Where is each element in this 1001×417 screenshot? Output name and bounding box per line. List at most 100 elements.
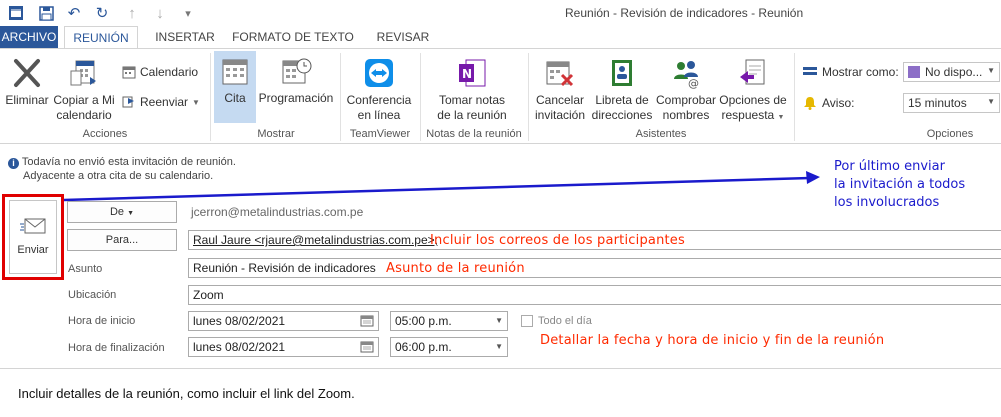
subject-field[interactable]: Reunión - Revisión de indicadores — [188, 258, 1001, 278]
to-button[interactable]: Para... — [67, 229, 177, 251]
window-title: Reunión - Revisión de indicadores - Reun… — [565, 6, 804, 20]
start-time-select[interactable]: 05:00 p.m. ▼ — [390, 311, 508, 331]
teamviewer-icon — [365, 59, 393, 87]
send-annotation-line-2: la invitación a todos — [834, 177, 966, 192]
tab-archivo[interactable]: ARCHIVO — [0, 26, 58, 48]
title-bar: ↶ ↻ ↑ ↓ ▾ Reunión - Revisión de indicado… — [0, 0, 1001, 26]
delete-x-icon — [14, 59, 40, 87]
busy-status-swatch — [908, 66, 920, 78]
show-as-icon — [803, 67, 817, 75]
start-date-value: lunes 08/02/2021 — [193, 314, 286, 328]
arrow-down-icon[interactable]: ↓ — [150, 3, 170, 23]
delete-label: Eliminar — [5, 93, 49, 107]
to-recipient: Raul Jaure <rjaure@metalindustrias.com.p… — [193, 233, 438, 247]
calendar-label: Calendario — [140, 65, 199, 79]
address-book-label-1: Libreta de — [595, 93, 649, 107]
delete-button[interactable]: Eliminar — [4, 57, 50, 108]
reminder-select[interactable]: 15 minutos ▼ — [903, 93, 1000, 113]
forward-icon — [122, 96, 134, 108]
response-options-icon — [740, 59, 765, 85]
location-field[interactable]: Zoom — [188, 285, 1001, 305]
send-label: Enviar — [17, 244, 49, 256]
show-as-value: No dispo... — [925, 65, 983, 79]
send-annotation-line-3: los involucrados — [834, 195, 940, 210]
save-icon[interactable] — [36, 3, 56, 23]
copy-calendar-icon — [70, 60, 96, 86]
all-day-checkbox[interactable] — [521, 315, 533, 327]
body-text: Incluir detalles de la reunión, como inc… — [18, 386, 355, 401]
check-names-label-2: nombres — [662, 108, 710, 122]
cancel-invitation-button[interactable]: Cancelar invitación — [532, 57, 588, 123]
reminder-text: Aviso: — [822, 96, 855, 110]
chevron-down-icon: ▼ — [777, 114, 785, 121]
forward-button[interactable]: Reenviar ▼ — [122, 95, 200, 109]
group-divider — [794, 53, 795, 141]
chevron-down-icon: ▼ — [127, 210, 135, 217]
chevron-down-icon: ▼ — [495, 316, 503, 325]
arrow-up-icon[interactable]: ↑ — [122, 3, 142, 23]
group-label-mostrar: Mostrar — [257, 128, 295, 140]
meeting-notes-label-2: de la reunión — [437, 108, 507, 122]
datetime-annotation: Detallar la fecha y hora de inicio y fin… — [540, 333, 885, 348]
copy-to-calendar-button[interactable]: Copiar a Mi calendario — [52, 57, 116, 123]
online-conference-label-2: en línea — [357, 108, 401, 122]
meeting-notes-button[interactable]: N Tomar notas de la reunión — [428, 57, 516, 123]
date-picker-icon — [360, 341, 374, 353]
onenote-icon: N — [459, 59, 486, 87]
address-book-icon — [612, 60, 632, 86]
check-names-icon: @ — [674, 61, 699, 89]
from-button-label: De — [109, 206, 125, 218]
address-book-button[interactable]: Libreta de direcciones — [590, 57, 654, 123]
message-body[interactable]: Incluir detalles de la reunión, como inc… — [0, 368, 1001, 417]
subject-label: Asunto — [68, 263, 103, 275]
location-label: Ubicación — [68, 289, 117, 301]
appointment-label: Cita — [224, 91, 246, 105]
start-time-value: 05:00 p.m. — [395, 314, 452, 328]
svg-text:@: @ — [688, 77, 699, 89]
tab-insertar[interactable]: INSERTAR — [148, 26, 222, 48]
tab-reunion[interactable]: REUNIÓN — [64, 26, 138, 49]
reminder-label: Aviso: — [802, 96, 854, 110]
end-time-value: 06:00 p.m. — [395, 340, 452, 354]
info-icon: i — [8, 158, 19, 169]
all-day-label: Todo el día — [538, 315, 592, 327]
chevron-down-icon: ▼ — [495, 342, 503, 351]
tab-formato-de-texto[interactable]: FORMATO DE TEXTO — [230, 26, 356, 48]
calendar-button[interactable]: Calendario — [122, 65, 198, 79]
scheduling-button[interactable]: Programación — [258, 57, 334, 106]
show-as-text: Mostrar como: — [822, 65, 899, 79]
redo-icon[interactable]: ↻ — [92, 3, 112, 23]
forward-label: Reenviar — [140, 95, 189, 109]
date-picker-icon — [360, 315, 374, 327]
check-names-button[interactable]: @ Comprobar nombres — [654, 57, 718, 123]
start-date-field[interactable]: lunes 08/02/2021 — [188, 311, 379, 331]
end-time-select[interactable]: 06:00 p.m. ▼ — [390, 337, 508, 357]
chevron-down-icon: ▼ — [987, 66, 995, 75]
undo-icon[interactable]: ↶ — [64, 3, 84, 23]
group-label-teamviewer: TeamViewer — [349, 128, 411, 140]
cancel-invitation-label-2: invitación — [534, 108, 586, 122]
send-button[interactable]: Enviar — [9, 200, 57, 274]
subject-annotation: Asunto de la reunión — [386, 261, 525, 276]
reminder-value: 15 minutos — [908, 96, 967, 110]
from-button[interactable]: De ▼ — [67, 201, 177, 223]
tab-revisar[interactable]: REVISAR — [366, 26, 440, 48]
scheduling-label: Programación — [258, 91, 334, 105]
end-date-value: lunes 08/02/2021 — [193, 340, 286, 354]
bell-icon — [804, 97, 816, 110]
meeting-notes-label-1: Tomar notas — [438, 93, 506, 107]
customize-qat-icon[interactable]: ▾ — [178, 3, 198, 23]
end-date-field[interactable]: lunes 08/02/2021 — [188, 337, 379, 357]
group-label-asistentes: Asistentes — [635, 128, 687, 140]
send-annotation-line-1: Por último enviar — [834, 159, 945, 174]
response-options-button[interactable]: Opciones de respuesta ▼ — [718, 57, 788, 125]
online-conference-button[interactable]: Conferencia en línea — [344, 57, 414, 123]
appointment-button[interactable]: Cita — [214, 51, 256, 123]
start-time-label: Hora de inicio — [68, 315, 136, 327]
cancel-invitation-icon — [546, 61, 574, 87]
chevron-down-icon: ▼ — [987, 97, 995, 106]
show-as-select[interactable]: No dispo... ▼ — [903, 62, 1000, 82]
info-line-2: Adyacente a otra cita de su calendario. — [23, 170, 214, 182]
check-names-label-1: Comprobar — [655, 93, 717, 107]
group-label-notas: Notas de la reunión — [426, 128, 522, 140]
